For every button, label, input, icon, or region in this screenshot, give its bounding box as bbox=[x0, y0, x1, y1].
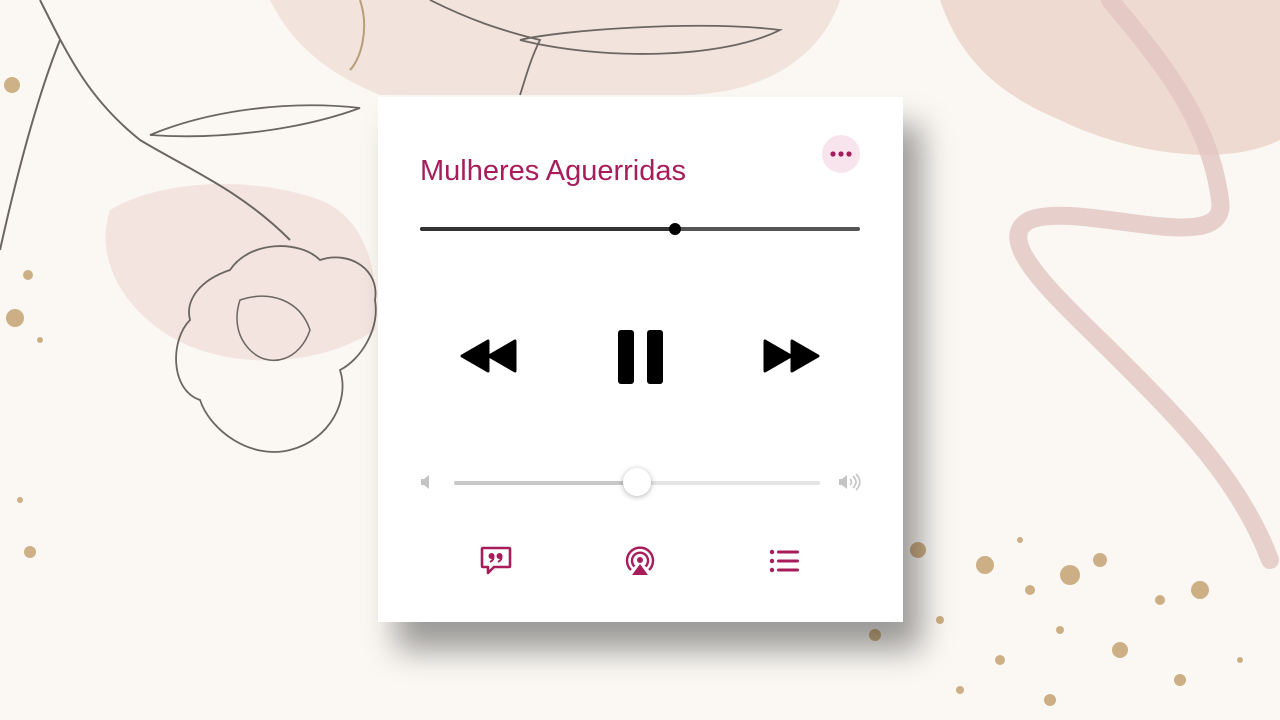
fast-forward-button[interactable] bbox=[761, 338, 823, 374]
speaker-high-icon bbox=[839, 473, 861, 491]
airplay-icon bbox=[625, 546, 655, 575]
volume-slider[interactable] bbox=[454, 468, 820, 496]
progress-knob[interactable] bbox=[669, 223, 682, 235]
speaker-low-icon bbox=[421, 475, 429, 489]
progress-bar[interactable] bbox=[420, 223, 860, 235]
rewind-icon bbox=[460, 339, 517, 373]
volume-fill bbox=[454, 481, 637, 485]
fast-forward-icon bbox=[763, 339, 820, 373]
rewind-button[interactable] bbox=[457, 338, 519, 374]
pause-icon bbox=[618, 330, 663, 384]
progress-fill bbox=[420, 227, 676, 231]
queue-button[interactable] bbox=[767, 544, 801, 578]
airplay-button[interactable] bbox=[623, 544, 657, 578]
lyrics-button[interactable] bbox=[479, 544, 513, 578]
more-options-button[interactable] bbox=[822, 135, 860, 173]
music-player-widget: Mulheres Aguerridas bbox=[378, 97, 903, 622]
lyrics-quote-icon bbox=[480, 546, 512, 575]
ellipsis-icon bbox=[830, 151, 852, 157]
list-icon bbox=[769, 549, 799, 573]
volume-knob[interactable] bbox=[623, 468, 651, 496]
track-title: Mulheres Aguerridas bbox=[420, 155, 686, 187]
pause-button[interactable] bbox=[616, 328, 666, 386]
